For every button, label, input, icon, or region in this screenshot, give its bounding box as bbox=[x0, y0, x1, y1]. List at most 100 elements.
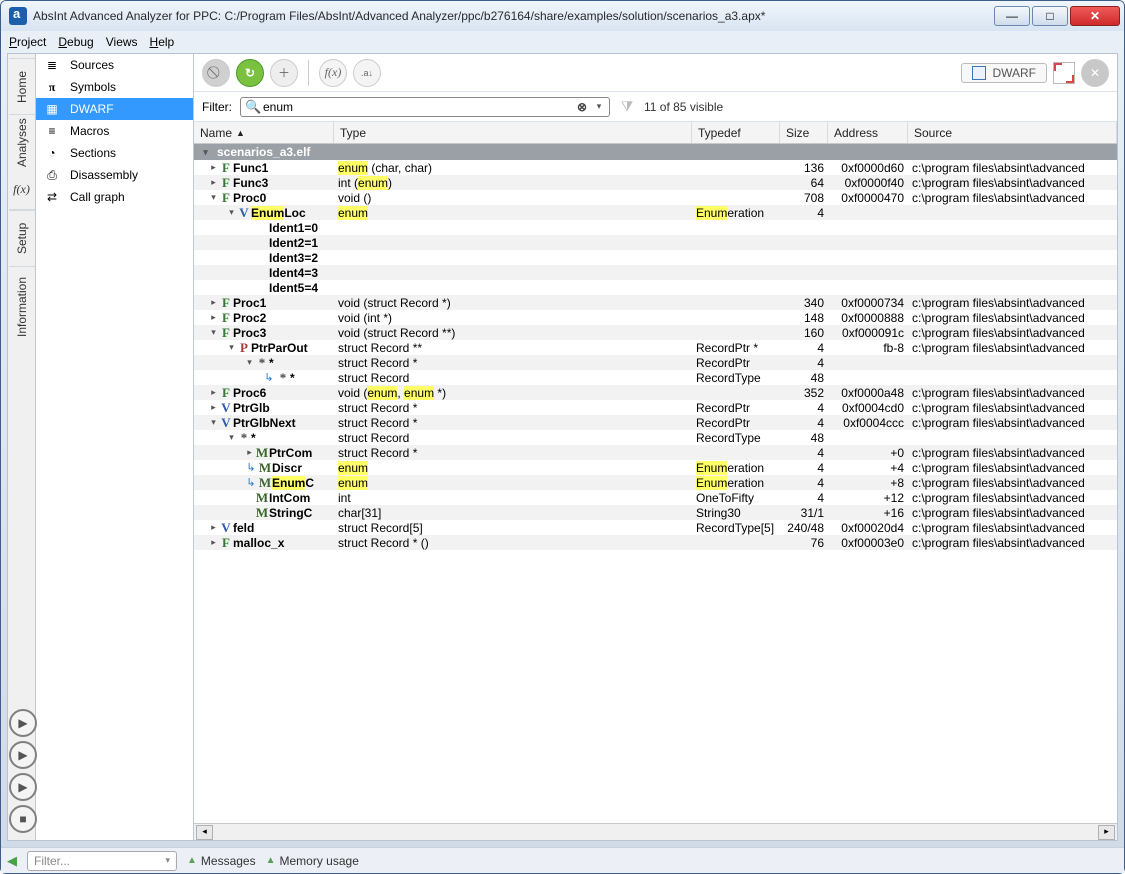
cell-size: 4 bbox=[780, 206, 828, 220]
dwarf-toggle[interactable]: DWARF bbox=[961, 63, 1047, 83]
expand-icon[interactable]: ▸ bbox=[208, 537, 219, 548]
stop-record-button[interactable]: ■ bbox=[9, 805, 37, 833]
collapse-icon[interactable]: ▾ bbox=[208, 192, 219, 203]
table-row[interactable]: ▸Vfeldstruct Record[5]RecordType[5]240/4… bbox=[194, 520, 1117, 535]
sidebar-item-disassembly[interactable]: ⎙Disassembly bbox=[36, 164, 193, 186]
az-button[interactable]: .a↓ bbox=[353, 59, 381, 87]
rail-analyses[interactable]: Analyses bbox=[9, 114, 35, 170]
status-filter-input[interactable]: Filter...▾ bbox=[27, 851, 177, 871]
header-name[interactable]: Name▲ bbox=[194, 122, 334, 143]
fx-button[interactable]: f(x) bbox=[319, 59, 347, 87]
minimize-button[interactable]: — bbox=[994, 6, 1030, 26]
table-row[interactable]: ↳MEnumCenumEnumeration4+8c:\program file… bbox=[194, 475, 1117, 490]
titlebar[interactable]: AbsInt Advanced Analyzer for PPC: C:/Pro… bbox=[1, 1, 1124, 31]
table-row[interactable]: Ident3=2 bbox=[194, 250, 1117, 265]
collapse-icon[interactable]: ▾ bbox=[226, 432, 237, 443]
table-row[interactable]: Ident5=4 bbox=[194, 280, 1117, 295]
status-memory[interactable]: ▲Memory usage bbox=[266, 854, 359, 868]
rail-fx[interactable]: f(x) bbox=[9, 170, 35, 210]
fullscreen-button[interactable] bbox=[1053, 62, 1075, 84]
expand-icon[interactable]: ▸ bbox=[244, 447, 255, 458]
table-row[interactable]: ▾FProc3void (struct Record **)1600xf0000… bbox=[194, 325, 1117, 340]
expand-icon[interactable]: ▸ bbox=[208, 402, 219, 413]
horizontal-scrollbar[interactable]: ◂ ▸ bbox=[194, 823, 1117, 840]
stop-button[interactable]: ⃠ bbox=[202, 59, 230, 87]
scroll-right-button[interactable]: ▸ bbox=[1098, 825, 1115, 840]
group-header[interactable]: ▾scenarios_a3.elf bbox=[194, 144, 1117, 160]
collapse-icon[interactable]: ▾ bbox=[226, 207, 237, 218]
collapse-icon[interactable]: ▾ bbox=[200, 147, 211, 158]
step-button[interactable]: ▶ bbox=[9, 773, 37, 801]
close-button[interactable]: ✕ bbox=[1070, 6, 1120, 26]
table-row[interactable]: ▸MPtrComstruct Record *4+0c:\program fil… bbox=[194, 445, 1117, 460]
header-size[interactable]: Size bbox=[780, 122, 828, 143]
expand-icon[interactable]: ▸ bbox=[208, 177, 219, 188]
play-button-2[interactable]: ▶ bbox=[9, 741, 37, 769]
header-type[interactable]: Type bbox=[334, 122, 692, 143]
kind-S-icon: * bbox=[237, 430, 251, 446]
scroll-left-button[interactable]: ◂ bbox=[196, 825, 213, 840]
expand-icon[interactable]: ▸ bbox=[208, 297, 219, 308]
sidebar-item-dwarf[interactable]: ▦DWARF bbox=[36, 98, 193, 120]
funnel-icon[interactable]: ⧩ bbox=[618, 98, 636, 115]
filter-input[interactable] bbox=[261, 99, 577, 115]
table-row[interactable]: ▸FProc2void (int *)1480xf0000888c:\progr… bbox=[194, 310, 1117, 325]
sidebar-item-callgraph[interactable]: ⇄Call graph bbox=[36, 186, 193, 208]
table-row[interactable]: ▸Fmalloc_xstruct Record * ()760xf00003e0… bbox=[194, 535, 1117, 550]
refresh-button[interactable]: ↻ bbox=[236, 59, 264, 87]
table-row[interactable]: Ident1=0 bbox=[194, 220, 1117, 235]
filter-dropdown-icon[interactable]: ▾ bbox=[593, 101, 605, 112]
table-row[interactable]: ▾FProc0void ()7080xf0000470c:\program fi… bbox=[194, 190, 1117, 205]
menu-help[interactable]: Help bbox=[150, 35, 175, 49]
add-button[interactable]: ＋ bbox=[270, 59, 298, 87]
table-row[interactable]: ▸FProc6void (enum, enum *)3520xf0000a48c… bbox=[194, 385, 1117, 400]
header-source[interactable]: Source bbox=[908, 122, 1117, 143]
table-row[interactable]: ▸FProc1void (struct Record *)3400xf00007… bbox=[194, 295, 1117, 310]
collapse-icon[interactable]: ▾ bbox=[244, 357, 255, 368]
rail-home[interactable]: Home bbox=[9, 58, 35, 114]
table-row[interactable]: ▾VEnumLocenumEnumeration4 bbox=[194, 205, 1117, 220]
header-address[interactable]: Address bbox=[828, 122, 908, 143]
back-button[interactable]: ◀ bbox=[7, 853, 17, 869]
table-row[interactable]: ▾VPtrGlbNextstruct Record *RecordPtr40xf… bbox=[194, 415, 1117, 430]
sidebar-item-sections[interactable]: ◔Sections bbox=[36, 142, 193, 164]
table-row[interactable]: ▾**struct RecordRecordType48 bbox=[194, 430, 1117, 445]
table-row[interactable]: Ident4=3 bbox=[194, 265, 1117, 280]
header-typedef[interactable]: Typedef bbox=[692, 122, 780, 143]
table-row[interactable]: ↳**struct RecordRecordType48 bbox=[194, 370, 1117, 385]
menu-project[interactable]: Project bbox=[9, 35, 46, 49]
menu-debug[interactable]: Debug bbox=[58, 35, 93, 49]
sidebar-item-sources[interactable]: ≣Sources bbox=[36, 54, 193, 76]
tree-view[interactable]: ▾scenarios_a3.elf▸FFunc1enum (char, char… bbox=[194, 144, 1117, 823]
maximize-button[interactable]: □ bbox=[1032, 6, 1068, 26]
expand-icon[interactable]: ▸ bbox=[208, 387, 219, 398]
menu-views[interactable]: Views bbox=[106, 35, 138, 49]
table-row[interactable]: ▾**struct Record *RecordPtr4 bbox=[194, 355, 1117, 370]
clear-filter-icon[interactable]: ⊗ bbox=[577, 100, 593, 114]
sidebar-item-macros[interactable]: ≡Macros bbox=[36, 120, 193, 142]
expand-icon[interactable]: ▸ bbox=[208, 162, 219, 173]
cell-typedef: RecordType[5] bbox=[692, 521, 780, 535]
table-row[interactable]: ↳MDiscrenumEnumeration4+4c:\program file… bbox=[194, 460, 1117, 475]
sidebar-item-symbols[interactable]: πSymbols bbox=[36, 76, 193, 98]
status-messages[interactable]: ▲Messages bbox=[187, 854, 256, 868]
table-row[interactable]: ▸VPtrGlbstruct Record *RecordPtr40xf0004… bbox=[194, 400, 1117, 415]
table-row[interactable]: ▸FFunc3int (enum)640xf0000f40c:\program … bbox=[194, 175, 1117, 190]
menubar: Project Debug Views Help bbox=[1, 31, 1124, 53]
expand-icon[interactable]: ▸ bbox=[208, 312, 219, 323]
table-row[interactable]: Ident2=1 bbox=[194, 235, 1117, 250]
collapse-icon[interactable]: ▾ bbox=[208, 327, 219, 338]
table-row[interactable]: ▾PPtrParOutstruct Record **RecordPtr *4f… bbox=[194, 340, 1117, 355]
rail-information[interactable]: Information bbox=[9, 266, 35, 346]
cell-address: 0xf0000a48 bbox=[828, 386, 908, 400]
table-row[interactable]: MStringCchar[31]String3031/1+16c:\progra… bbox=[194, 505, 1117, 520]
rail-setup[interactable]: Setup bbox=[9, 210, 35, 266]
filter-box[interactable]: 🔍 ⊗ ▾ bbox=[240, 97, 610, 117]
collapse-icon[interactable]: ▾ bbox=[226, 342, 237, 353]
close-panel-button[interactable]: ✕ bbox=[1081, 59, 1109, 87]
table-row[interactable]: MIntComintOneToFifty4+12c:\program files… bbox=[194, 490, 1117, 505]
play-button-1[interactable]: ▶ bbox=[9, 709, 37, 737]
table-row[interactable]: ▸FFunc1enum (char, char)1360xf0000d60c:\… bbox=[194, 160, 1117, 175]
expand-icon[interactable]: ▸ bbox=[208, 522, 219, 533]
collapse-icon[interactable]: ▾ bbox=[208, 417, 219, 428]
